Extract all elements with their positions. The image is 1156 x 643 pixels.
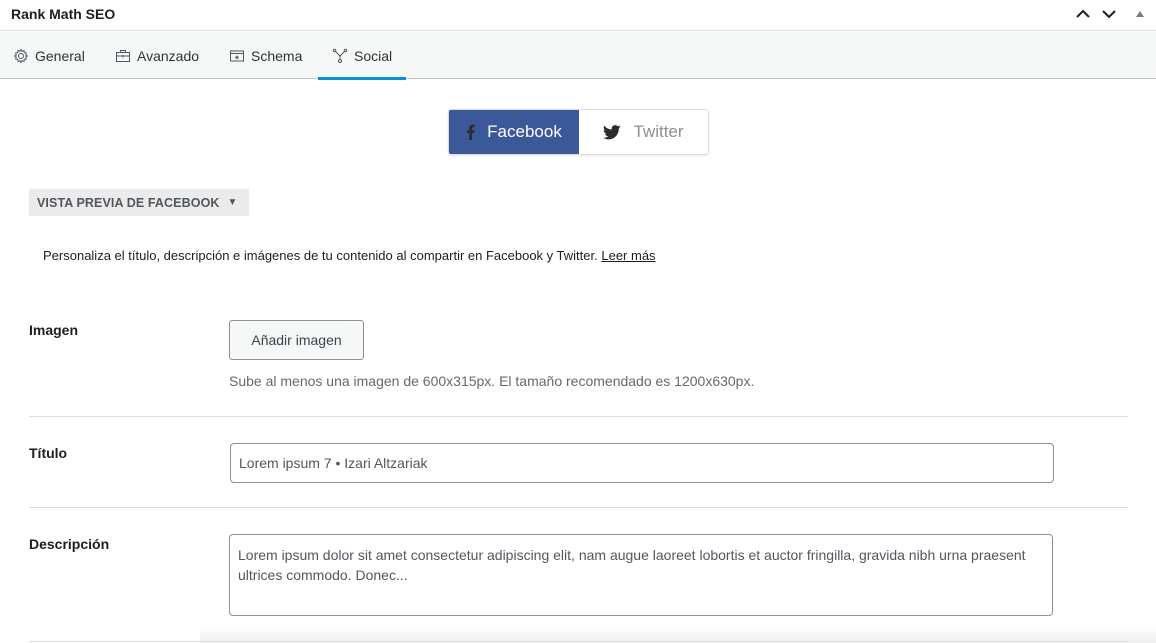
facebook-toggle-button[interactable]: Facebook [449, 110, 579, 154]
description-textarea-value: Lorem ipsum dolor sit amet consectetur a… [238, 547, 1026, 583]
tab-general-label: General [35, 47, 85, 64]
facebook-icon [467, 124, 475, 140]
triangle-up-icon [1136, 11, 1144, 17]
chevron-up-icon [1076, 9, 1090, 18]
field-divider [29, 416, 1128, 417]
image-size-hint: Sube al menos una imagen de 600x315px. E… [229, 373, 755, 389]
panel-title: Rank Math SEO [11, 6, 116, 22]
description-field-label: Descripción [29, 536, 110, 552]
facebook-toggle-label: Facebook [487, 122, 562, 141]
title-field-label: Título [29, 445, 68, 461]
chevron-down-icon [1102, 10, 1116, 19]
twitter-icon [603, 124, 622, 139]
move-up-button[interactable] [1073, 4, 1093, 24]
twitter-toggle-button[interactable]: Twitter [579, 110, 708, 154]
facebook-preview-toggle[interactable]: VISTA PREVIA DE FACEBOOK ▼ [29, 189, 249, 216]
tab-bar: General Avanzado Schema Social [0, 32, 1156, 80]
caret-down-icon: ▼ [227, 197, 238, 208]
social-intro-text: Personaliza el título, descripción e imá… [43, 248, 656, 263]
read-more-link[interactable]: Leer más [601, 248, 655, 263]
field-divider [29, 641, 1128, 642]
briefcase-icon [116, 49, 130, 62]
tab-avanzado[interactable]: Avanzado [115, 32, 199, 79]
tab-general[interactable]: General [13, 32, 85, 79]
intro-text: Personaliza el título, descripción e imá… [43, 248, 598, 263]
collapse-panel-button[interactable] [1130, 4, 1150, 24]
tab-avanzado-label: Avanzado [137, 47, 200, 64]
tab-social[interactable]: Social [317, 32, 407, 80]
move-down-button[interactable] [1099, 4, 1119, 24]
tab-schema-label: Schema [251, 47, 303, 64]
title-input[interactable]: Lorem ipsum 7 • Izari Altzariak [230, 443, 1054, 483]
title-input-value: Lorem ipsum 7 • Izari Altzariak [239, 455, 428, 471]
twitter-toggle-label: Twitter [633, 122, 684, 141]
social-network-icon [332, 48, 348, 63]
add-image-button[interactable]: Añadir imagen [229, 320, 364, 360]
gear-icon [13, 47, 29, 64]
description-textarea[interactable]: Lorem ipsum dolor sit amet consectetur a… [229, 534, 1053, 616]
schema-icon [230, 50, 244, 61]
tab-schema[interactable]: Schema [229, 32, 302, 79]
social-network-toggle: Facebook Twitter [448, 109, 709, 155]
facebook-preview-label: VISTA PREVIA DE FACEBOOK [37, 195, 220, 210]
field-divider [29, 507, 1128, 508]
tab-social-label: Social [354, 47, 393, 64]
image-field-label: Imagen [29, 322, 79, 338]
panel-header: Rank Math SEO [0, 0, 1156, 31]
